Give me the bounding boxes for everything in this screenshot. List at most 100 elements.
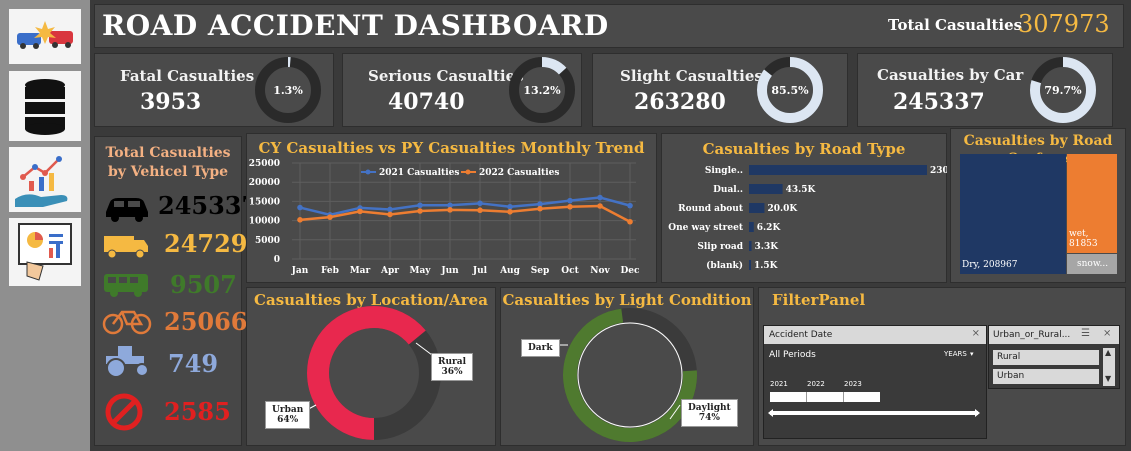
legend-2021: 2021 Casualties bbox=[379, 168, 459, 178]
vehicle-value-bicycle: 25066 bbox=[164, 307, 248, 336]
road-type-data-label: 1.5K bbox=[754, 261, 779, 271]
tractor-icon bbox=[106, 346, 149, 378]
series-point bbox=[537, 205, 543, 212]
road-type-bar bbox=[749, 184, 783, 194]
analytics-hand-icon[interactable] bbox=[9, 147, 81, 212]
kpi-pct-label: 85.5% bbox=[771, 84, 809, 97]
rural-name: Rural bbox=[438, 357, 467, 367]
area-option-urban[interactable]: Urban bbox=[993, 369, 1099, 384]
road-type-title: Casualties by Road Type bbox=[702, 140, 906, 158]
vehicle-value-bus: 9507 bbox=[170, 270, 237, 299]
series-point bbox=[567, 197, 573, 204]
urban-pct: 64% bbox=[277, 415, 299, 425]
vehicle-title-line2: by Vehicel Type bbox=[107, 164, 229, 180]
date-granularity[interactable]: YEARS bbox=[944, 350, 967, 358]
legend-2022: 2022 Casualties bbox=[479, 168, 559, 178]
database-icon[interactable] bbox=[9, 71, 81, 141]
y-tick-label: 25000 bbox=[249, 159, 280, 169]
vehicle-type-panel: Total Casualties by Vehicel Type 245337 … bbox=[94, 136, 258, 446]
series-point bbox=[597, 194, 603, 201]
x-tick-label: Oct bbox=[561, 266, 579, 276]
kpi-title: Casualties by Car bbox=[877, 66, 1024, 84]
road-type-data-label: 43.5K bbox=[786, 185, 817, 195]
kpi-fatal: Fatal Casualties 3953 1.3% bbox=[94, 53, 334, 127]
date-periods: All Periods bbox=[769, 350, 816, 360]
kpi-title: Fatal Casualties bbox=[120, 67, 255, 85]
date-slicer[interactable]: Accident Date ⨯ All Periods YEARS ▾ 2021… bbox=[763, 325, 987, 439]
series-point bbox=[357, 208, 363, 215]
x-tick-label: Jun bbox=[440, 266, 459, 276]
chevron-down-icon[interactable]: ▾ bbox=[970, 350, 974, 358]
series-point bbox=[627, 202, 633, 209]
kpi-pct-label: 1.3% bbox=[273, 84, 303, 97]
road-type-data-label: 3.3K bbox=[755, 242, 780, 252]
kpi-pct-label: 13.2% bbox=[523, 84, 561, 97]
kpi-value: 263280 bbox=[634, 89, 726, 115]
total-casualties-value: 307973 bbox=[1018, 10, 1110, 38]
light-panel: Casualties by Light Condition Dark Dayli… bbox=[500, 287, 754, 446]
series-point bbox=[507, 203, 513, 210]
daylight-name: Daylight bbox=[688, 403, 731, 413]
road-type-category: (blank) bbox=[706, 260, 743, 271]
road-type-data-label: 20.0K bbox=[767, 204, 798, 214]
scroll-right-icon[interactable] bbox=[975, 409, 980, 417]
series-point bbox=[297, 204, 303, 211]
road-type-category: Round about bbox=[678, 204, 744, 214]
series-point bbox=[297, 217, 303, 223]
series-point bbox=[447, 207, 453, 213]
x-tick-label: Jan bbox=[291, 266, 309, 276]
timeline-scrollbar[interactable] bbox=[770, 411, 978, 415]
presentation-icon[interactable] bbox=[9, 218, 81, 286]
vehicle-title-line1: Total Casualties bbox=[105, 145, 231, 161]
kpi-car: Casualties by Car 245337 79.7% bbox=[857, 53, 1113, 127]
x-tick-label: Mar bbox=[350, 266, 371, 276]
area-slicer-header: Urban_or_Rural... ☰ ⨯ bbox=[989, 326, 1119, 344]
chevron-up-icon[interactable]: ▲ bbox=[1105, 348, 1111, 357]
kpi-donut: 85.5% bbox=[757, 57, 823, 123]
car-crash-icon[interactable] bbox=[9, 9, 81, 64]
header-bar: ROAD ACCIDENT DASHBOARD Total Casualties… bbox=[94, 4, 1124, 48]
x-tick-label: Jul bbox=[472, 266, 488, 276]
road-type-category: One way street bbox=[668, 223, 744, 233]
kpi-donut: 13.2% bbox=[509, 57, 575, 123]
kpi-title: Serious Casualties bbox=[368, 67, 524, 85]
clear-filter-icon[interactable]: ⨯ bbox=[972, 328, 980, 339]
clear-filter-icon[interactable]: ⨯ bbox=[1103, 328, 1111, 339]
rural-pct: 36% bbox=[441, 367, 463, 377]
year-2023: 2023 bbox=[844, 380, 862, 388]
series-point bbox=[387, 206, 393, 213]
treemap-wet[interactable]: wet, 81853 bbox=[1067, 154, 1117, 253]
series-point bbox=[477, 200, 483, 207]
trend-chart-title: CY Casualties vs PY Casualties Monthly T… bbox=[258, 139, 645, 157]
area-option-rural[interactable]: Rural bbox=[993, 350, 1099, 365]
treemap-dry[interactable]: Dry, 208967 bbox=[960, 154, 1066, 274]
kpi-donut: 79.7% bbox=[1030, 57, 1096, 123]
series-line-1 bbox=[299, 204, 631, 223]
chevron-down-icon[interactable]: ▼ bbox=[1105, 374, 1111, 383]
treemap-snow-label: snow... bbox=[1077, 259, 1109, 269]
vehicle-value-other: 2585 bbox=[164, 397, 231, 426]
road-type-bar bbox=[749, 203, 765, 213]
scroll-left-icon[interactable] bbox=[768, 409, 773, 417]
road-type-bar bbox=[749, 241, 752, 251]
x-tick-label: Feb bbox=[321, 266, 339, 276]
y-tick-label: 10000 bbox=[249, 217, 280, 227]
y-tick-label: 0 bbox=[274, 255, 280, 265]
area-slicer[interactable]: Urban_or_Rural... ☰ ⨯ Rural Urban ▲ ▼ bbox=[988, 325, 1120, 389]
filter-panel: FilterPanel Accident Date ⨯ All Periods … bbox=[758, 287, 1126, 446]
x-tick-label: Sep bbox=[531, 266, 550, 276]
urban-callout: Urban 64% bbox=[265, 401, 311, 429]
timeline-bar[interactable] bbox=[770, 392, 880, 402]
vehicle-value-car: 245337 bbox=[158, 191, 259, 220]
treemap-dry-label: Dry, 208967 bbox=[962, 260, 1018, 270]
kpi-serious: Serious Casualties 40740 13.2% bbox=[342, 53, 582, 127]
area-scrollbar[interactable]: ▲ ▼ bbox=[1103, 348, 1115, 386]
kpi-slight: Slight Casualties 263280 85.5% bbox=[592, 53, 848, 127]
series-point bbox=[417, 208, 423, 214]
multi-select-icon[interactable]: ☰ bbox=[1081, 328, 1090, 339]
daylight-pct: 74% bbox=[698, 413, 720, 423]
filter-panel-title: FilterPanel bbox=[772, 291, 866, 309]
y-tick-label: 5000 bbox=[255, 236, 280, 246]
treemap-snow[interactable]: snow... bbox=[1067, 254, 1117, 274]
road-type-category: Dual.. bbox=[713, 185, 743, 195]
